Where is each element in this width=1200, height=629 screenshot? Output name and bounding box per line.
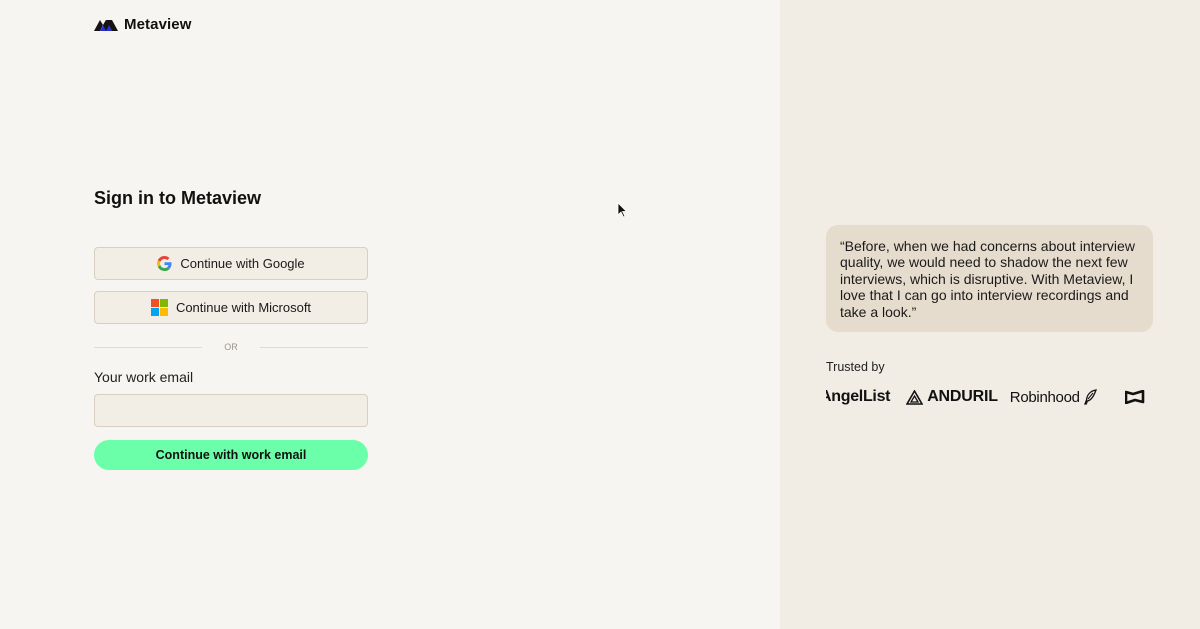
robinhood-logo-text: Robinhood [1009, 388, 1080, 406]
testimonial-panel: “Before, when we had concerns about inte… [780, 0, 1200, 629]
robinhood-feather-icon [1083, 389, 1097, 405]
anduril-logo-text: ANDURIL [927, 388, 998, 405]
microsoft-signin-button[interactable]: Continue with Microsoft [94, 291, 368, 324]
microsoft-icon [150, 299, 168, 316]
flag-logo-icon [1124, 390, 1145, 404]
metaview-logo-icon [94, 19, 118, 31]
signin-panel: Metaview Sign in to Metaview Continue wi… [0, 0, 780, 629]
anduril-logo: ANDURIL [906, 388, 998, 406]
email-label: Your work email [94, 369, 194, 385]
brand[interactable]: Metaview [94, 16, 192, 33]
email-input[interactable] [94, 394, 368, 427]
testimonial-quote: “Before, when we had concerns about inte… [826, 225, 1153, 333]
continue-with-email-button[interactable]: Continue with work email [94, 440, 368, 470]
google-button-label: Continue with Google [180, 256, 305, 271]
logo-track: AngelList ANDURIL Robinhood [826, 384, 1145, 410]
angellist-logo-text: AngelList [826, 388, 891, 405]
angellist-logo: AngelList [826, 388, 891, 406]
signin-form: Sign in to Metaview Continue with Google [94, 188, 368, 470]
mouse-cursor-icon [617, 202, 627, 218]
page-title: Sign in to Metaview [94, 188, 262, 208]
microsoft-button-label: Continue with Microsoft [175, 300, 312, 315]
robinhood-logo: Robinhood [1010, 389, 1097, 406]
trusted-by-label: Trusted by [826, 360, 885, 374]
divider-line-right [260, 347, 368, 348]
or-divider: OR [94, 341, 368, 353]
brand-name: Metaview [124, 16, 192, 33]
page: Metaview Sign in to Metaview Continue wi… [0, 0, 1200, 629]
google-icon [157, 256, 172, 271]
google-signin-button[interactable]: Continue with Google [94, 247, 368, 280]
anduril-mark-icon [906, 389, 924, 405]
customer-logos: AngelList ANDURIL Robinhood [826, 384, 1156, 410]
